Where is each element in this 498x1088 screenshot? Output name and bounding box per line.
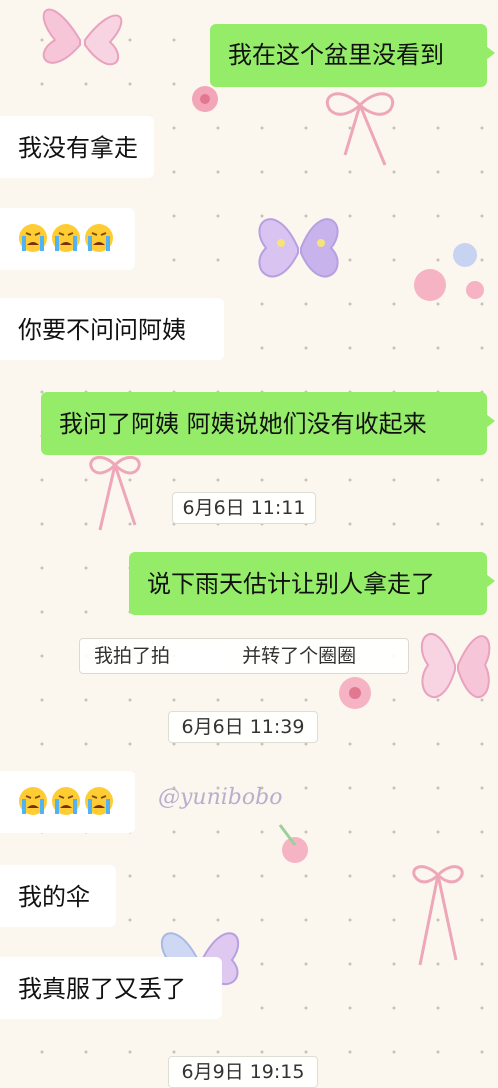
- butterfly-icon: [42, 8, 123, 66]
- incoming-message[interactable]: 你要不问问阿姨: [0, 298, 224, 360]
- outgoing-message[interactable]: 我问了阿姨 阿姨说她们没有收起来: [41, 392, 495, 455]
- incoming-message[interactable]: 我真服了又丢了: [0, 957, 222, 1019]
- timestamp: 6月6日 11:11: [172, 492, 316, 524]
- flower-icon: [414, 243, 484, 301]
- butterfly-icon: [258, 218, 339, 278]
- incoming-message[interactable]: 我没有拿走: [0, 116, 154, 178]
- loudly-crying-face-icon: [19, 224, 47, 252]
- bow-icon: [89, 455, 141, 531]
- incoming-emoji-message[interactable]: [0, 208, 135, 270]
- loudly-crying-face-icon: [52, 787, 80, 815]
- redacted-name: [176, 646, 237, 667]
- loudly-crying-face-icon: [19, 787, 47, 815]
- outgoing-message[interactable]: 我在这个盆里没看到: [210, 24, 495, 87]
- watermark: @yunibobo: [158, 785, 283, 810]
- flower-icon: [192, 86, 218, 112]
- timestamp: 6月9日 19:15: [168, 1056, 318, 1088]
- flower-icon: [278, 824, 308, 863]
- timestamp: 6月6日 11:39: [168, 711, 318, 743]
- flower-icon: [339, 677, 371, 709]
- outgoing-message[interactable]: 说下雨天估计让别人拿走了: [129, 552, 495, 615]
- bow-icon: [412, 865, 464, 966]
- butterfly-icon: [420, 633, 491, 698]
- loudly-crying-face-icon: [85, 224, 113, 252]
- loudly-crying-face-icon: [52, 224, 80, 252]
- pat-notice-suffix: 并转了个圈圈: [242, 645, 357, 667]
- incoming-emoji-message[interactable]: [0, 771, 135, 833]
- incoming-message[interactable]: 我的伞: [0, 865, 116, 927]
- loudly-crying-face-icon: [85, 787, 113, 815]
- pat-notice: 我拍了拍 并转了个圈圈: [79, 638, 409, 674]
- bow-icon: [325, 92, 395, 166]
- pat-notice-prefix: 我拍了拍: [94, 645, 171, 667]
